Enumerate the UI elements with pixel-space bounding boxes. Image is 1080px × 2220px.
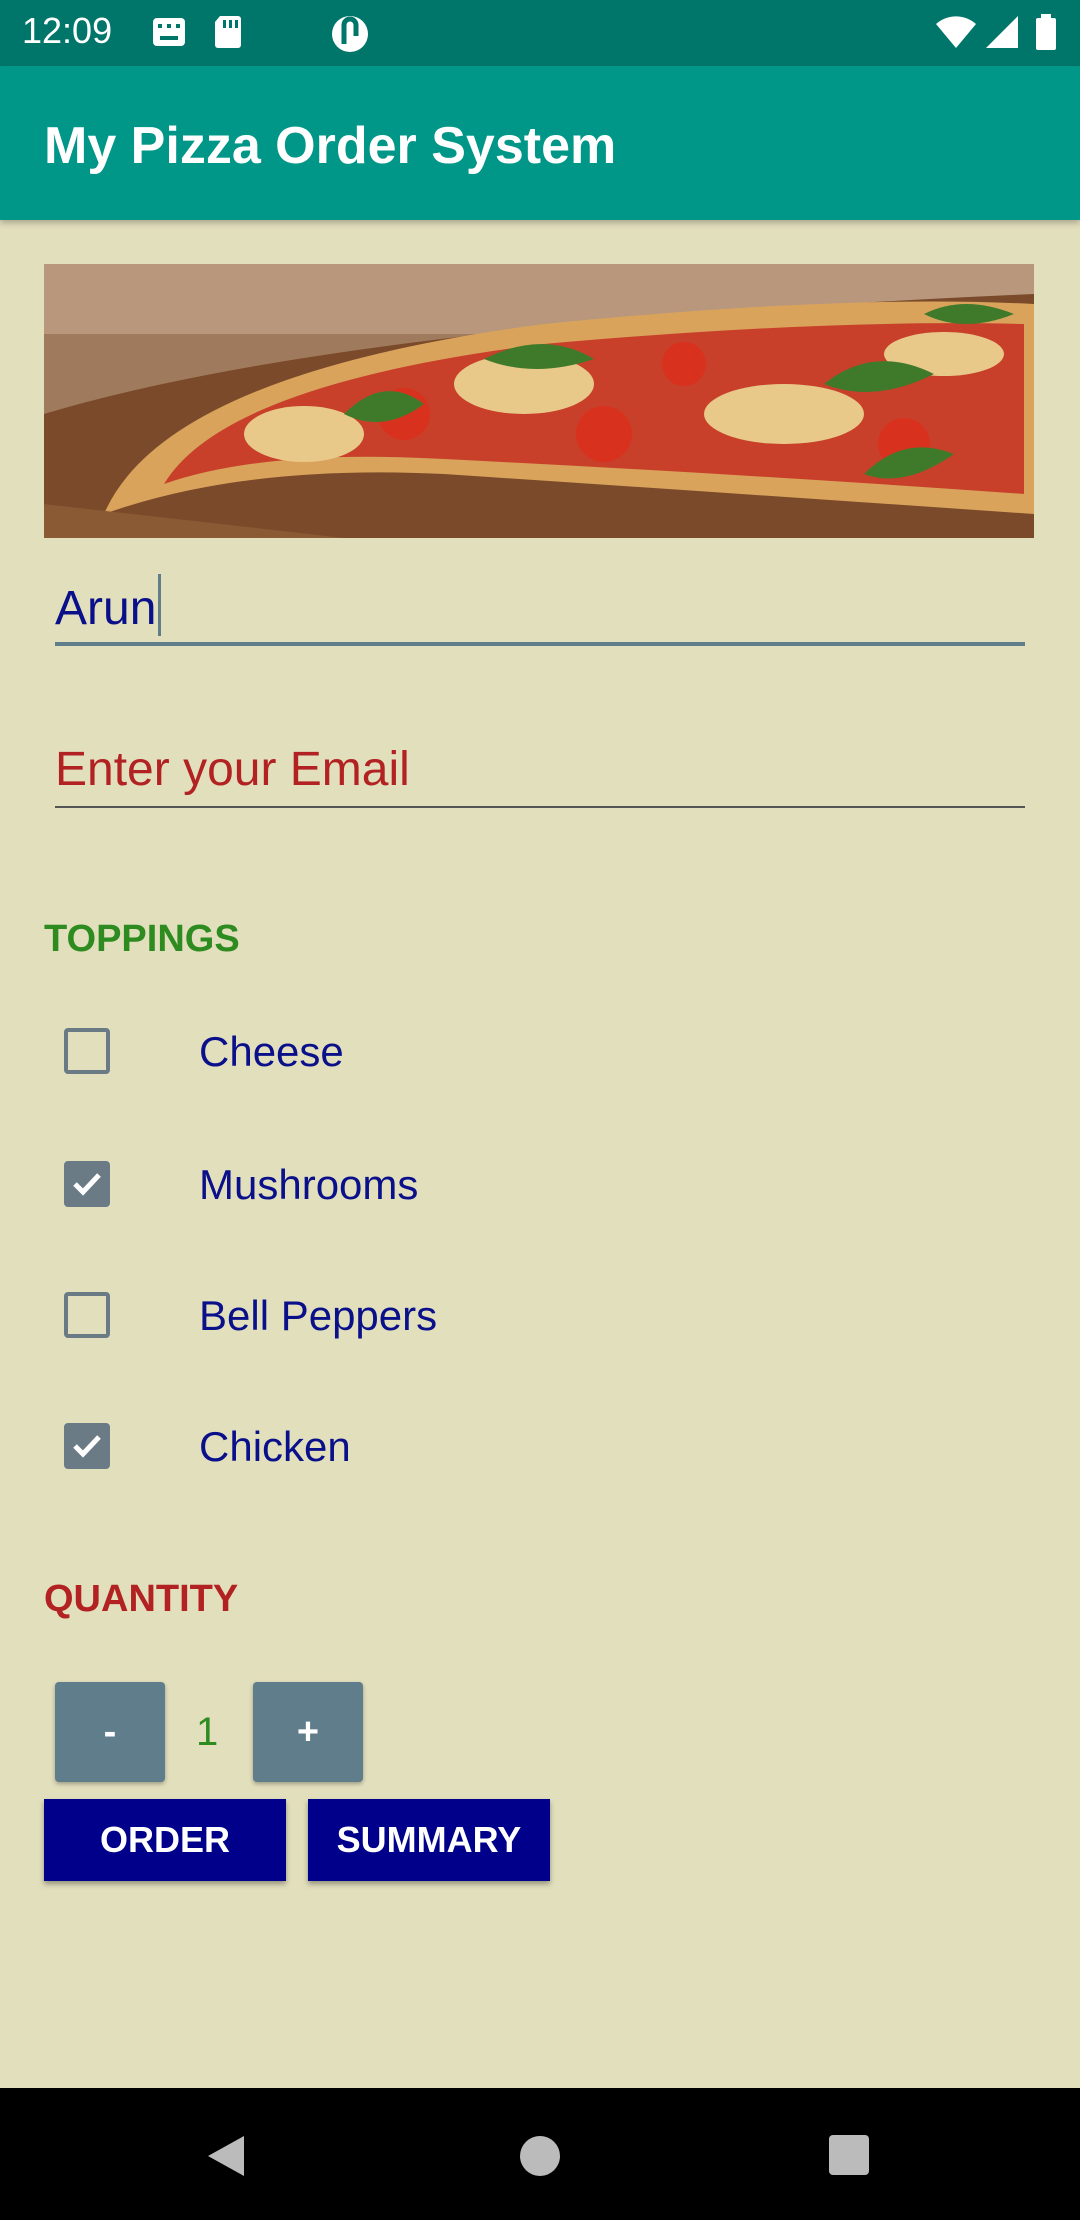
quantity-value: 1 [196, 1710, 219, 1754]
app-bar: My Pizza Order System [0, 66, 1080, 220]
topping-row-mushrooms[interactable]: Mushrooms [44, 1139, 744, 1229]
text-cursor [158, 574, 162, 636]
checkbox-label: Bell Peppers [199, 1292, 438, 1339]
quantity-heading: QUANTITY [44, 1578, 239, 1620]
signal-icon [986, 16, 1018, 48]
topping-row-bell-peppers[interactable]: Bell Peppers [44, 1270, 744, 1360]
home-icon[interactable] [518, 2134, 562, 2178]
checkbox-label: Mushrooms [199, 1161, 419, 1208]
checkbox-label: Chicken [199, 1423, 351, 1470]
checkbox-chicken[interactable] [64, 1423, 110, 1469]
battery-icon [1036, 14, 1056, 50]
pizza-illustration [44, 264, 1034, 538]
app-notification-icon [332, 16, 368, 52]
recents-icon[interactable] [828, 2134, 870, 2176]
pizza-image [44, 264, 1034, 538]
order-button[interactable]: ORDER [44, 1799, 286, 1881]
status-bar: 12:09 [0, 0, 1080, 66]
topping-row-chicken[interactable]: Chicken [44, 1401, 744, 1491]
name-text: Arun [55, 582, 157, 635]
email-placeholder: Enter your Email [55, 743, 410, 796]
navigation-bar [0, 2088, 1080, 2220]
checkbox-mushrooms[interactable] [64, 1161, 110, 1207]
name-input[interactable]: Arun [55, 560, 1025, 646]
decrement-button[interactable]: - [55, 1682, 165, 1782]
check-icon [73, 1435, 101, 1458]
back-icon[interactable] [204, 2132, 248, 2180]
summary-button[interactable]: SUMMARY [308, 1799, 550, 1881]
status-time: 12:09 [22, 10, 113, 51]
keyboard-icon [153, 18, 185, 46]
checkbox-bell-peppers[interactable] [64, 1292, 110, 1338]
topping-row-cheese[interactable]: Cheese [44, 1006, 744, 1096]
wifi-icon [936, 16, 976, 48]
email-input[interactable]: Enter your Email [55, 730, 1025, 808]
increment-button[interactable]: + [253, 1682, 363, 1782]
app-title: My Pizza Order System [44, 117, 617, 175]
name-input-value[interactable]: Arun [55, 574, 162, 636]
checkbox-label: Cheese [199, 1028, 344, 1075]
check-icon [73, 1173, 101, 1196]
sd-card-icon [215, 16, 241, 48]
checkbox-cheese[interactable] [64, 1028, 110, 1074]
toppings-heading: TOPPINGS [44, 918, 240, 960]
